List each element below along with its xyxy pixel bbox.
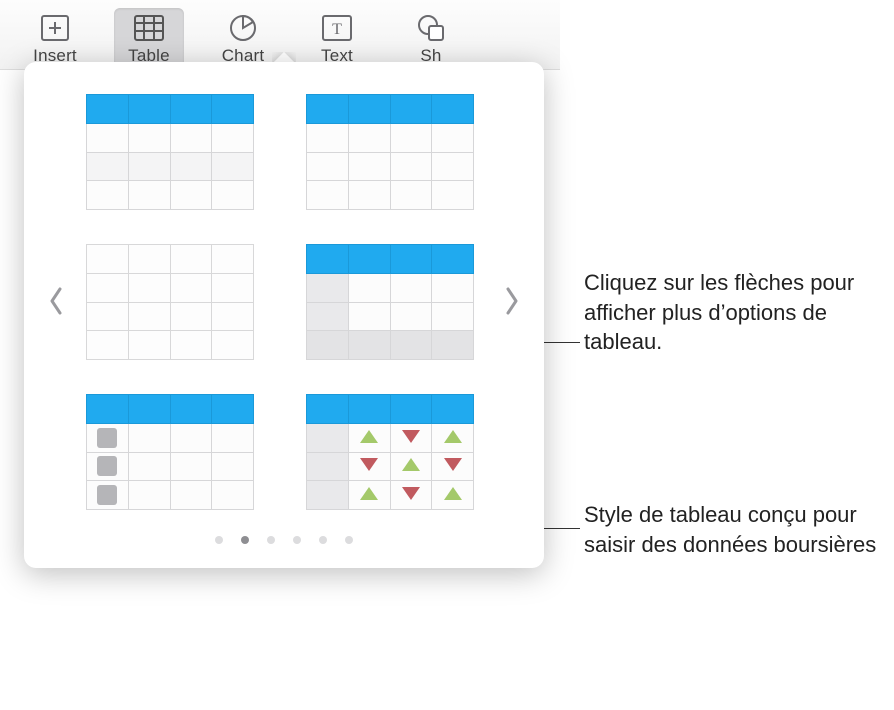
callout-text-stock: Style de tableau conçu pour saisir des d… xyxy=(584,500,884,559)
text-icon: T xyxy=(321,12,353,44)
table-icon xyxy=(133,12,165,44)
stock-up-icon xyxy=(402,458,420,471)
stock-up-icon xyxy=(360,430,378,443)
table-style-3-preview xyxy=(86,244,254,360)
page-dot-1[interactable] xyxy=(215,536,223,544)
table-style-6-stock[interactable] xyxy=(306,394,474,510)
gray-square-icon xyxy=(97,428,117,448)
page-dot-5[interactable] xyxy=(319,536,327,544)
table-style-3[interactable] xyxy=(86,244,254,360)
chart-icon xyxy=(227,12,259,44)
stock-down-icon xyxy=(360,458,378,471)
chevron-left-icon xyxy=(48,287,64,318)
stock-up-icon xyxy=(360,487,378,500)
stock-down-icon xyxy=(444,458,462,471)
next-page-arrow[interactable] xyxy=(500,272,524,332)
stock-up-icon xyxy=(444,487,462,500)
table-style-4-preview xyxy=(306,244,474,360)
table-style-grid xyxy=(74,94,494,510)
popover-panel xyxy=(24,62,544,568)
page-dot-2[interactable] xyxy=(241,536,249,544)
toolbar-button-text[interactable]: T Text xyxy=(302,8,372,70)
gray-square-icon xyxy=(97,456,117,476)
page-dot-3[interactable] xyxy=(267,536,275,544)
table-style-6-preview xyxy=(306,394,474,510)
toolbar-button-insert[interactable]: Insert xyxy=(20,8,90,70)
svg-text:T: T xyxy=(332,21,342,38)
callout-text-arrows: Cliquez sur les flèches pour afficher pl… xyxy=(584,268,884,357)
stock-down-icon xyxy=(402,487,420,500)
table-style-2-preview xyxy=(306,94,474,210)
table-style-5-preview xyxy=(86,394,254,510)
table-styles-popover xyxy=(24,62,544,568)
table-style-2[interactable] xyxy=(306,94,474,210)
table-style-1-preview xyxy=(86,94,254,210)
shape-icon xyxy=(415,12,447,44)
table-style-1[interactable] xyxy=(86,94,254,210)
toolbar-button-shape[interactable]: Sh xyxy=(396,8,466,70)
page-dot-6[interactable] xyxy=(345,536,353,544)
page-dot-4[interactable] xyxy=(293,536,301,544)
gray-square-icon xyxy=(97,485,117,505)
prev-page-arrow[interactable] xyxy=(44,272,68,332)
page-indicator xyxy=(44,536,524,544)
toolbar-button-table[interactable]: Table xyxy=(114,8,184,70)
toolbar-button-chart[interactable]: Chart xyxy=(208,8,278,70)
chevron-right-icon xyxy=(504,287,520,318)
popover-body xyxy=(44,94,524,510)
table-style-5[interactable] xyxy=(86,394,254,510)
insert-icon xyxy=(39,12,71,44)
toolbar-clip-mask xyxy=(560,0,894,70)
stock-up-icon xyxy=(444,430,462,443)
stock-down-icon xyxy=(402,430,420,443)
table-style-4[interactable] xyxy=(306,244,474,360)
